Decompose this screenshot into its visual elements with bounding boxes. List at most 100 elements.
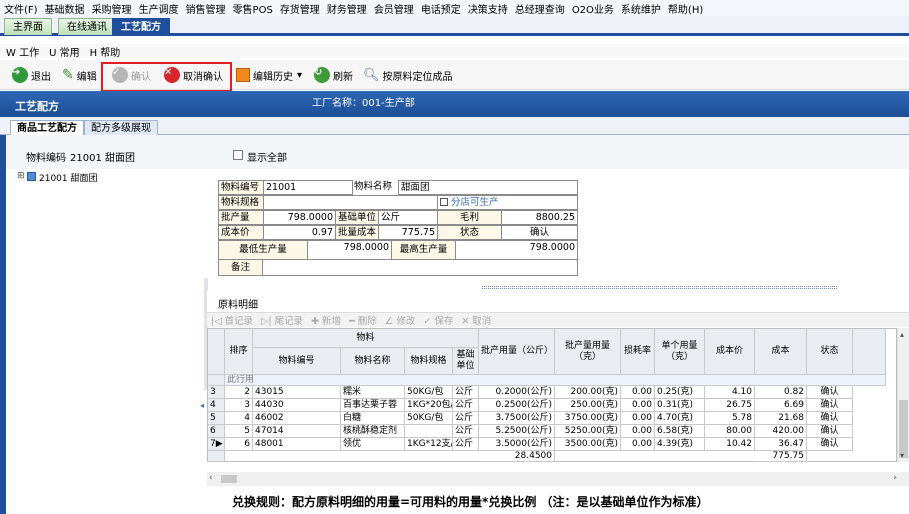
cell-name[interactable]: 糯米	[341, 386, 405, 399]
cell-loss[interactable]: 0.00	[621, 438, 655, 451]
cell-spec[interactable]: 50KG/包	[405, 386, 453, 399]
cell-batch-g[interactable]: 200.00(克)	[555, 386, 621, 399]
col-batch-kg[interactable]: 批产用量（公斤）	[479, 329, 555, 375]
cost-field[interactable]: 0.97	[263, 225, 336, 240]
tab-recipe[interactable]: 工艺配方	[112, 18, 170, 35]
cell-single[interactable]: 0.31(克)	[655, 399, 705, 412]
cell-name[interactable]: 领优	[341, 438, 405, 451]
cell-single[interactable]: 0.25(克)	[655, 386, 705, 399]
col-sort[interactable]: 排序	[225, 329, 253, 375]
menu-member[interactable]: 会员管理	[374, 1, 414, 16]
scroll-right-icon[interactable]: ›	[893, 473, 897, 483]
nav-add-button[interactable]: ✚ 新增	[311, 313, 341, 327]
refresh-button[interactable]: ↻ 刷新	[314, 66, 353, 84]
menu-system[interactable]: 系统维护	[621, 1, 661, 16]
cell-single[interactable]: 4.39(克)	[655, 438, 705, 451]
cell-batch-g[interactable]: 250.00(克)	[555, 399, 621, 412]
cell-spec[interactable]: 1KG*12支/	[405, 438, 453, 451]
cell-cost[interactable]: 6.69	[755, 399, 807, 412]
status-field[interactable]: 确认	[501, 225, 578, 240]
cell-price[interactable]: 4.10	[705, 386, 755, 399]
tree-item[interactable]: 21001 甜面团	[39, 171, 98, 184]
edit-button[interactable]: ✎ 编辑	[62, 66, 97, 84]
filter-row[interactable]: 此行用	[225, 375, 886, 386]
cell-status[interactable]: 确认	[807, 425, 853, 438]
col-code[interactable]: 物料编号	[253, 348, 341, 375]
col-spec[interactable]: 物料规格	[405, 348, 453, 375]
exit-button[interactable]: ➜ 退出	[12, 66, 51, 84]
menu-help[interactable]: 帮助(H)	[668, 1, 703, 16]
cell-status[interactable]: 确认	[807, 386, 853, 399]
cell-cost[interactable]: 420.00	[755, 425, 807, 438]
cell-batch-g[interactable]: 3750.00(克)	[555, 412, 621, 425]
menu-decision[interactable]: 决策支持	[468, 1, 508, 16]
horizontal-scrollbar[interactable]: ‹ ›	[207, 472, 909, 486]
cell-price[interactable]: 5.78	[705, 412, 755, 425]
submenu-help[interactable]: H 帮助	[90, 44, 121, 59]
batch-field[interactable]: 798.0000	[263, 210, 336, 225]
nav-save-button[interactable]: ✓ 保存	[423, 313, 453, 327]
cell-spec[interactable]: 1KG*20包/	[405, 399, 453, 412]
cell-unit[interactable]: 公斤	[453, 386, 479, 399]
scroll-left-icon[interactable]: ‹	[209, 473, 213, 483]
cell-name[interactable]: 百事达栗子蓉	[341, 399, 405, 412]
cell-batch-kg[interactable]: 0.2500(公斤)	[479, 399, 555, 412]
cell-cost[interactable]: 21.68	[755, 412, 807, 425]
cell-unit[interactable]: 公斤	[453, 399, 479, 412]
cell-cost[interactable]: 0.82	[755, 386, 807, 399]
gross-field[interactable]: 8800.25	[501, 210, 578, 225]
menu-basic-data[interactable]: 基础数据	[45, 1, 85, 16]
cell-price[interactable]: 80.00	[705, 425, 755, 438]
cell-unit[interactable]: 公斤	[453, 425, 479, 438]
col-unit[interactable]: 基础单位	[453, 348, 479, 375]
nav-first-button[interactable]: |◁ 首记录	[211, 313, 253, 327]
material-code-value[interactable]: 21001 甜面团	[70, 149, 135, 164]
cell-batch-kg[interactable]: 3.5000(公斤)	[479, 438, 555, 451]
cell-unit[interactable]: 公斤	[453, 412, 479, 425]
dropdown-arrow-icon[interactable]: ▾	[297, 70, 302, 81]
code-field[interactable]: 21001	[263, 180, 353, 195]
col-batch-g[interactable]: 批产量用量（克）	[555, 329, 621, 375]
cell-status[interactable]: 确认	[807, 399, 853, 412]
vertical-scrollbar[interactable]: ▴ ▾	[897, 328, 909, 462]
menu-purchase[interactable]: 采购管理	[92, 1, 132, 16]
batch-cost-field[interactable]: 775.75	[378, 225, 438, 240]
cell-code[interactable]: 48001	[253, 438, 341, 451]
menu-inventory[interactable]: 存货管理	[280, 1, 320, 16]
note-field[interactable]	[262, 259, 578, 276]
cell-unit[interactable]: 公斤	[453, 438, 479, 451]
cell-batch-kg[interactable]: 3.7500(公斤)	[479, 412, 555, 425]
tree-expand-toggle[interactable]: ⊞	[17, 171, 25, 181]
max-field[interactable]: 798.0000	[455, 240, 578, 260]
nav-delete-button[interactable]: ━ 删除	[349, 313, 377, 327]
menu-finance[interactable]: 财务管理	[327, 1, 367, 16]
name-field[interactable]: 甜面团	[398, 180, 578, 195]
cell-spec[interactable]	[405, 425, 453, 438]
cell-batch-g[interactable]: 5250.00(克)	[555, 425, 621, 438]
cell-loss[interactable]: 0.00	[621, 399, 655, 412]
menu-production[interactable]: 生产调度	[139, 1, 179, 16]
tab-product-recipe[interactable]: 商品工艺配方	[10, 120, 84, 135]
cell-sort[interactable]: 3	[225, 399, 253, 412]
scroll-up-icon[interactable]: ▴	[900, 330, 904, 339]
col-status[interactable]: 状态	[807, 329, 853, 375]
cell-status[interactable]: 确认	[807, 412, 853, 425]
cell-sort[interactable]: 4	[225, 412, 253, 425]
cell-loss[interactable]: 0.00	[621, 412, 655, 425]
col-single[interactable]: 单个用量（克）	[655, 329, 705, 375]
h-scroll-thumb[interactable]	[221, 475, 237, 483]
tab-main[interactable]: 主界面	[4, 18, 52, 35]
scroll-down-icon[interactable]: ▾	[900, 451, 904, 460]
cell-code[interactable]: 43015	[253, 386, 341, 399]
nav-cancel-button[interactable]: ✕ 取消	[461, 313, 491, 327]
cell-single[interactable]: 6.58(克)	[655, 425, 705, 438]
menu-o2o[interactable]: O2O业务	[572, 1, 614, 16]
cell-batch-kg[interactable]: 0.2000(公斤)	[479, 386, 555, 399]
cell-batch-g[interactable]: 3500.00(克)	[555, 438, 621, 451]
cell-loss[interactable]: 0.00	[621, 386, 655, 399]
scroll-thumb[interactable]	[899, 400, 908, 458]
tab-multi-level[interactable]: 配方多级展现	[84, 120, 158, 135]
cell-price[interactable]: 26.75	[705, 399, 755, 412]
cell-sort[interactable]: 6	[225, 438, 253, 451]
cell-status[interactable]: 确认	[807, 438, 853, 451]
